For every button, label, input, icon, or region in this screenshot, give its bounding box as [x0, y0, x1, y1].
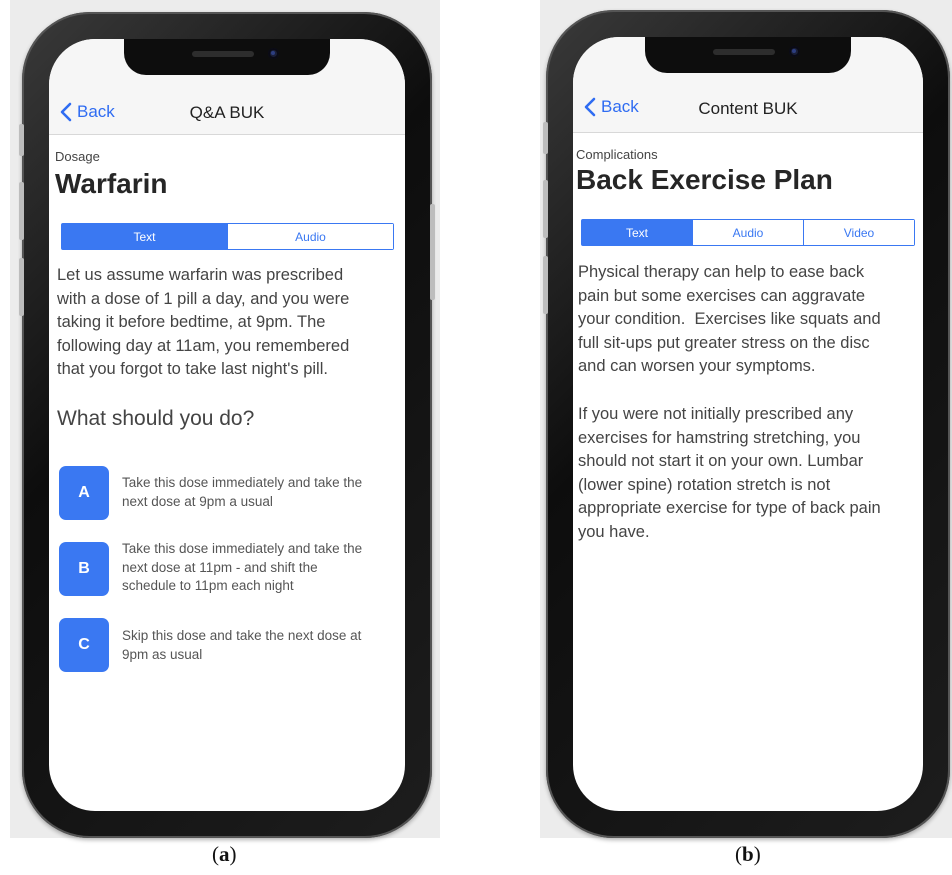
nav-title: Content BUK — [698, 99, 798, 118]
volume-up-button — [543, 180, 548, 238]
caption-letter: a — [219, 842, 230, 866]
paragraph-line: If you were not initially prescribed any — [578, 405, 854, 423]
volume-down-button — [543, 256, 548, 314]
phone-b-screen: Back Content BUK Complications Back Exer… — [573, 37, 923, 811]
caption-letter: b — [742, 842, 754, 866]
page-title: Back Exercise Plan — [576, 164, 833, 195]
paragraph-line: your condition. Exercises like squats an… — [578, 310, 881, 328]
option-a-text: Take this dose immediately and take the … — [122, 474, 399, 511]
option-line: schedule to 11pm each night — [122, 578, 294, 593]
volume-up-button — [19, 182, 24, 240]
speaker-grille — [713, 49, 775, 55]
category-label: Complications — [576, 147, 658, 162]
option-c-button[interactable]: C — [59, 618, 109, 672]
phone-a-screen: Back Q&A BUK Dosage Warfarin Text Audio … — [49, 39, 405, 811]
page-title: Warfarin — [55, 168, 168, 199]
caption-a: (a) — [212, 842, 237, 867]
category-label: Dosage — [55, 149, 100, 164]
phone-b-frame: Back Content BUK Complications Back Exer… — [543, 10, 950, 838]
option-line: Take this dose immediately and take the — [122, 541, 363, 556]
tab-text[interactable]: Text — [582, 220, 692, 245]
question-text: What should you do? — [57, 407, 255, 430]
option-line: 9pm as usual — [122, 646, 203, 662]
tab-video[interactable]: Video — [803, 220, 914, 245]
volume-down-button — [19, 258, 24, 316]
paragraph-line: appropriate exercise for type of back pa… — [578, 499, 881, 517]
scenario-line: following day at 11am, you remembered — [57, 336, 350, 355]
phone-a-frame: Back Q&A BUK Dosage Warfarin Text Audio … — [19, 12, 435, 838]
option-b-button[interactable]: B — [59, 542, 109, 596]
tab-text[interactable]: Text — [62, 224, 227, 249]
caption-paren: ( — [735, 842, 742, 866]
speaker-grille — [192, 51, 254, 57]
notch — [124, 39, 330, 75]
media-tabs: Text Audio — [61, 223, 394, 250]
tab-audio[interactable]: Audio — [692, 220, 803, 245]
caption-paren: ( — [212, 842, 219, 866]
paragraph-line: full sit-ups put greater stress on the d… — [578, 333, 870, 352]
media-tabs: Text Audio Video — [581, 219, 915, 246]
option-line: Take this dose immediately and take the — [122, 475, 363, 490]
option-a-button[interactable]: A — [59, 466, 109, 520]
power-button — [430, 204, 435, 300]
caption-paren: ) — [753, 842, 761, 866]
option-line: Skip this dose and take the next dose at — [122, 628, 362, 643]
tab-audio[interactable]: Audio — [227, 224, 393, 249]
paragraph-line: (lower spine) rotation stretch is not — [578, 475, 831, 494]
notch — [645, 37, 851, 73]
paragraph-line: and can worsen your symptoms. — [578, 357, 816, 375]
nav-title: Q&A BUK — [189, 103, 265, 122]
scenario-line: taking it before bedtime, at 9pm. The — [57, 313, 326, 331]
mute-switch — [543, 122, 548, 154]
front-camera-icon — [268, 48, 279, 59]
option-b[interactable]: B Take this dose immediately and take th… — [59, 540, 399, 596]
scenario-line: Let us assume warfarin was prescribed — [57, 266, 344, 284]
caption-paren: ) — [229, 842, 237, 866]
option-c[interactable]: C Skip this dose and take the next dose … — [59, 618, 399, 672]
content-paragraph-2: If you were not initially prescribed any… — [578, 403, 881, 544]
paragraph-line: Physical therapy can help to ease back — [578, 263, 865, 281]
front-camera-icon — [789, 46, 800, 57]
option-line: next dose at 11pm - and shift the — [122, 559, 318, 575]
paragraph-line: pain but some exercises can aggravate — [578, 286, 866, 305]
paragraph-line: should not start it on your own. Lumbar — [578, 452, 864, 470]
mute-switch — [19, 124, 24, 156]
option-a[interactable]: A Take this dose immediately and take th… — [59, 466, 399, 520]
option-line: next dose at 9pm a usual — [122, 493, 273, 509]
paragraph-line: you have. — [578, 522, 650, 541]
option-c-text: Skip this dose and take the next dose at… — [122, 627, 399, 664]
scenario-line: with a dose of 1 pill a day, and you wer… — [57, 289, 350, 308]
option-b-text: Take this dose immediately and take the … — [122, 540, 399, 596]
scenario-text: Let us assume warfarin was prescribed wi… — [57, 264, 349, 382]
paragraph-line: exercises for hamstring stretching, you — [578, 428, 861, 447]
caption-b: (b) — [735, 842, 761, 867]
content-paragraph-1: Physical therapy can help to ease back p… — [578, 261, 881, 379]
scenario-line: that you forgot to take last night's pil… — [57, 360, 328, 378]
